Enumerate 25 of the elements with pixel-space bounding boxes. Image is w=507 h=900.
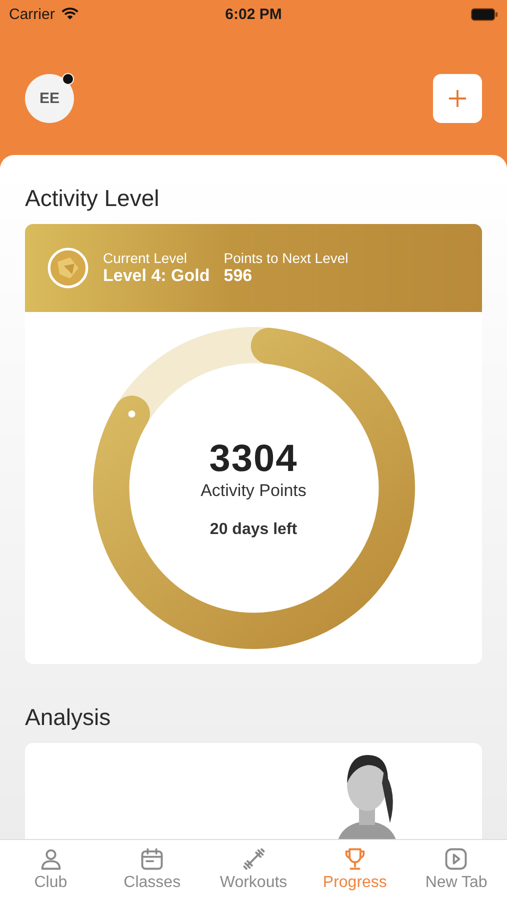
clock-time: 6:02 PM — [225, 6, 282, 22]
tab-item[interactable]: Classes — [101, 840, 203, 900]
current-level-value: Level 4: Gold — [103, 266, 210, 286]
add-button[interactable] — [433, 74, 482, 123]
avatar[interactable]: EE — [25, 74, 74, 123]
tab-item[interactable]: Progress — [304, 840, 406, 900]
next-level-value: 596 — [224, 266, 254, 286]
points-value: 3304 — [209, 438, 298, 480]
section-title: Analysis — [25, 704, 112, 731]
dumbbell-icon — [240, 846, 267, 872]
wifi-icon — [60, 7, 79, 21]
section-title: Activity Level — [25, 185, 160, 212]
days-left: 20 days left — [210, 520, 298, 538]
current-level-label: Current Level — [103, 250, 188, 266]
tab-item[interactable]: Club — [0, 840, 102, 900]
tab-item[interactable]: Workouts — [202, 840, 304, 900]
points-label: Activity Points — [200, 480, 306, 500]
play-icon — [443, 846, 470, 872]
plus-icon — [448, 89, 467, 108]
medal-icon — [47, 247, 89, 289]
carrier-label: Carrier — [9, 6, 55, 22]
battery-icon — [471, 8, 498, 20]
tab-item[interactable]: New Tab — [406, 840, 507, 900]
calendar-icon — [139, 846, 166, 872]
next-level-label: Points to Next Level — [224, 250, 348, 266]
